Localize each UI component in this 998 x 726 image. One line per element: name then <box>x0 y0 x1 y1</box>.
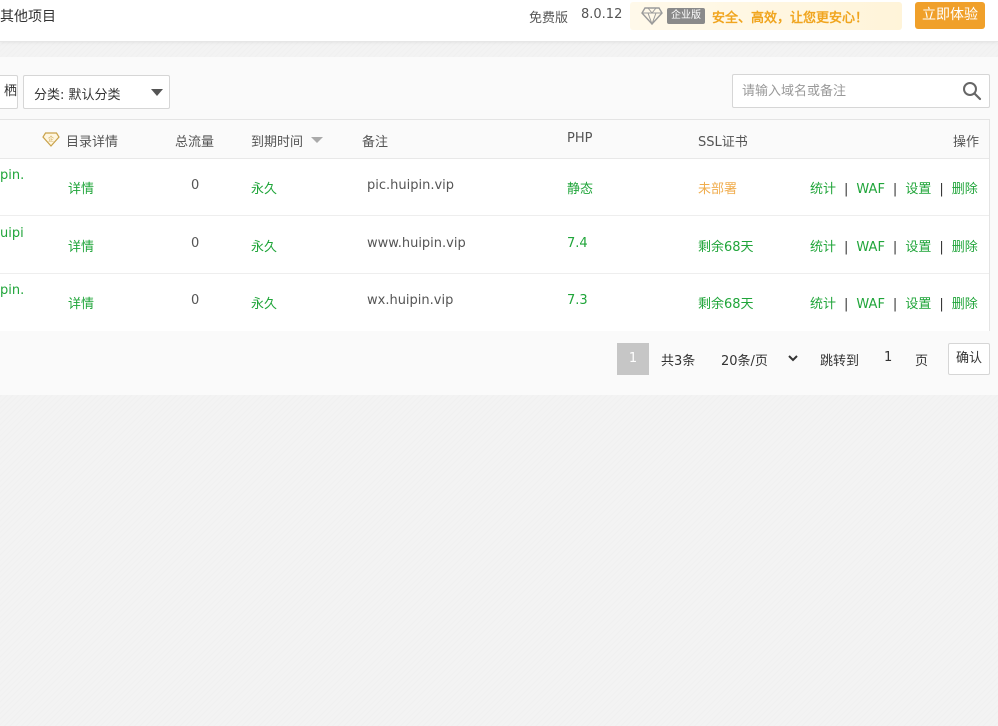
per-page-value: 20条/页 <box>721 354 768 369</box>
pagination: 1 共3条 20条/页 跳转到 1 页 确认 <box>0 343 998 375</box>
category-select-value: 分类: 默认分类 <box>34 88 121 103</box>
remark-value[interactable]: pic.huipin.vip <box>367 178 454 193</box>
row-actions: 统计 | WAF | 设置 | 删除 <box>810 297 978 312</box>
category-select[interactable]: 分类: 默认分类 <box>23 75 170 109</box>
caret-down-icon <box>151 89 163 96</box>
table-row: uipi 详情 0 永久 www.huipin.vip 7.4 剩余68天 统计… <box>0 217 989 274</box>
row-actions: 统计 | WAF | 设置 | 删除 <box>810 182 978 197</box>
top-bar: 其他项目 免费版 8.0.12 企业版 安全、高效，让您更安心！ 立即体验 <box>0 0 998 42</box>
stats-link[interactable]: 统计 <box>810 240 836 255</box>
delete-link[interactable]: 删除 <box>952 297 978 312</box>
php-version-link[interactable]: 7.3 <box>567 293 588 308</box>
php-version-link[interactable]: 静态 <box>567 178 593 197</box>
svg-text:企: 企 <box>48 135 54 143</box>
detail-link[interactable]: 详情 <box>68 178 94 197</box>
ssl-status-link[interactable]: 剩余68天 <box>698 293 754 312</box>
php-version-link[interactable]: 7.4 <box>567 236 588 251</box>
confirm-jump-button[interactable]: 确认 <box>948 343 990 375</box>
stats-link[interactable]: 统计 <box>810 297 836 312</box>
search-box <box>732 74 990 108</box>
traffic-value: 0 <box>191 236 200 251</box>
detail-link[interactable]: 详情 <box>68 293 94 312</box>
promo-slogan: 安全、高效，让您更安心！ <box>712 11 869 26</box>
try-now-button[interactable]: 立即体验 <box>915 2 985 29</box>
col-ssl: SSL证书 <box>698 135 748 150</box>
row-actions: 统计 | WAF | 设置 | 删除 <box>810 240 978 255</box>
jump-to-label: 跳转到 <box>820 354 860 369</box>
traffic-value: 0 <box>191 293 200 308</box>
stats-link[interactable]: 统计 <box>810 182 836 197</box>
col-expiry[interactable]: 到期时间 <box>251 131 303 150</box>
ssl-status-link[interactable]: 剩余68天 <box>698 236 754 255</box>
settings-link[interactable]: 设置 <box>905 240 931 255</box>
chevron-down-icon <box>788 355 798 362</box>
table-row: pin. 详情 0 永久 pic.huipin.vip 静态 未部署 统计 | WA… <box>0 159 989 216</box>
diamond-icon <box>641 7 663 25</box>
site-table: 企 目录详情 总流量 到期时间 备注 PHP SSL证书 操作 pin. 详情 … <box>0 119 990 331</box>
ssl-status-link[interactable]: 未部署 <box>698 178 737 197</box>
edition-label: 免费版 <box>529 11 569 26</box>
remark-value[interactable]: www.huipin.vip <box>367 236 466 251</box>
total-count: 共3条 <box>661 354 696 369</box>
expiry-link[interactable]: 永久 <box>251 293 277 312</box>
page-unit-label: 页 <box>915 354 929 369</box>
enterprise-badge: 企业版 <box>667 8 705 24</box>
expiry-link[interactable]: 永久 <box>251 178 277 197</box>
expiry-link[interactable]: 永久 <box>251 236 277 255</box>
traffic-value: 0 <box>191 178 200 193</box>
site-name-link[interactable]: pin. <box>0 168 24 183</box>
breadcrumb[interactable]: 其他项目 <box>0 6 56 26</box>
sort-down-icon[interactable] <box>311 137 323 144</box>
site-name-link[interactable]: pin. <box>0 283 24 298</box>
jump-page-input[interactable]: 1 <box>884 350 892 365</box>
remark-value[interactable]: wx.huipin.vip <box>367 293 453 308</box>
col-php: PHP <box>567 131 593 146</box>
waf-link[interactable]: WAF <box>856 297 885 312</box>
search-icon[interactable] <box>962 81 982 101</box>
table-row: pin. 详情 0 永久 wx.huipin.vip 7.3 剩余68天 统计 |… <box>0 274 989 331</box>
settings-link[interactable]: 设置 <box>905 297 931 312</box>
per-page-select[interactable]: 20条/页 <box>715 343 803 375</box>
col-dir-detail: 目录详情 <box>66 135 119 150</box>
waf-link[interactable]: WAF <box>856 182 885 197</box>
toolbar-button-partial[interactable]: 栖 <box>0 75 18 109</box>
col-actions: 操作 <box>953 135 980 150</box>
enterprise-promo[interactable]: 企业版 安全、高效，让您更安心！ <box>630 2 902 30</box>
col-traffic: 总流量 <box>175 135 215 150</box>
version-label: 8.0.12 <box>581 7 623 22</box>
site-list-panel: 栖 分类: 默认分类 企 目录详情 总流量 到期时间 备注 PHP SSL证书 … <box>0 57 998 395</box>
waf-link[interactable]: WAF <box>856 240 885 255</box>
table-header: 企 目录详情 总流量 到期时间 备注 PHP SSL证书 操作 <box>0 120 989 159</box>
delete-link[interactable]: 删除 <box>952 182 978 197</box>
site-name-link[interactable]: uipi <box>0 226 24 241</box>
diamond-icon: 企 <box>42 132 60 147</box>
search-input[interactable] <box>733 75 955 107</box>
delete-link[interactable]: 删除 <box>952 240 978 255</box>
col-remark: 备注 <box>362 135 389 150</box>
settings-link[interactable]: 设置 <box>905 182 931 197</box>
detail-link[interactable]: 详情 <box>68 236 94 255</box>
page-number-current[interactable]: 1 <box>617 343 649 375</box>
